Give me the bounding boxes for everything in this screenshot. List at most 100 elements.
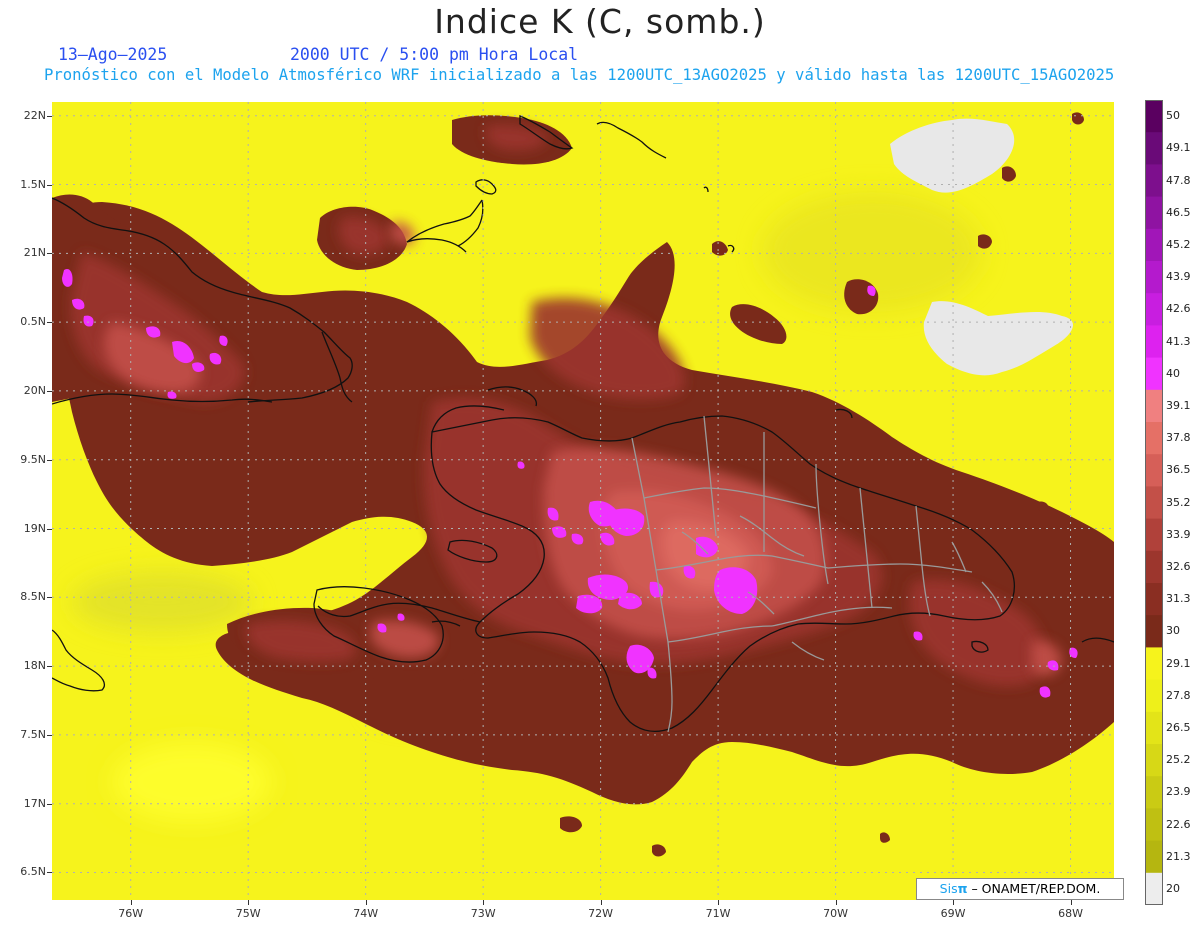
colorbar-swatch [1145, 776, 1163, 809]
lat-tick-label: 22N [23, 108, 46, 122]
lon-tick-label: 76W [118, 907, 144, 920]
lat-tick-label: 21N [23, 246, 46, 260]
colorbar-label: 36.5 [1166, 463, 1191, 477]
lat-tick-mark [47, 253, 52, 255]
lon-tick-label: 75W [235, 907, 261, 920]
lon-tick-mark [248, 900, 250, 905]
colorbar-label: 20 [1166, 881, 1180, 895]
colorbar-swatch [1145, 486, 1163, 520]
lat-tick-mark [47, 597, 52, 599]
lon-tick-mark [1070, 900, 1072, 905]
lat-tick-label: 18N [23, 659, 46, 673]
lon-tick-label: 73W [470, 907, 496, 920]
colorbar-label: 27.8 [1166, 688, 1191, 702]
lat-tick-mark [47, 528, 52, 530]
lon-tick-label: 69W [940, 907, 966, 920]
lat-tick-mark [47, 666, 52, 668]
lon-tick-mark [130, 900, 132, 905]
colorbar-swatch [1145, 389, 1163, 423]
colorbar-swatch [1145, 164, 1163, 198]
k-index-map [52, 102, 1114, 900]
colorbar-swatch [1145, 325, 1163, 359]
colorbar-label: 21.3 [1166, 849, 1191, 863]
colorbar-label: 31.3 [1166, 592, 1191, 606]
colorbar-swatch [1145, 647, 1163, 681]
colorbar-label: 47.8 [1166, 173, 1191, 187]
colorbar-swatch [1145, 711, 1163, 745]
lat-tick-mark [47, 390, 52, 392]
colorbar-swatch [1145, 808, 1163, 842]
credit-box: Sisπ – ONAMET/REP.DOM. [916, 878, 1124, 900]
credit-sis: Sis [939, 881, 958, 896]
lat-tick-mark [47, 184, 52, 186]
forecast-description: Pronóstico con el Modelo Atmosférico WRF… [44, 66, 1115, 84]
colorbar-swatch [1145, 261, 1163, 294]
colorbar-swatch [1145, 615, 1163, 648]
lat-tick-mark [47, 734, 52, 736]
colorbar-label: 43.9 [1166, 270, 1191, 284]
colorbar-swatch [1145, 454, 1163, 487]
colorbar-swatch [1145, 518, 1163, 552]
lat-tick-mark [47, 115, 52, 117]
lat-tick-label: 9.5N [20, 452, 46, 466]
lon-tick-mark [365, 900, 367, 905]
date-label: 13–Ago–2025 [58, 45, 168, 64]
lon-tick-mark [718, 900, 720, 905]
lon-tick-mark [835, 900, 837, 905]
lon-tick-label: 68W [1058, 907, 1083, 920]
map-frame [52, 102, 1114, 900]
colorbar-label: 22.6 [1166, 817, 1191, 831]
lat-tick-label: 17N [23, 796, 46, 810]
colorbar-label: 32.6 [1166, 559, 1191, 573]
lon-tick-label: 71W [705, 907, 731, 920]
lat-tick-label: 20N [23, 383, 46, 397]
lat-tick-mark [47, 322, 52, 324]
colorbar-swatch [1145, 550, 1163, 584]
lat-tick-mark [47, 872, 52, 874]
colorbar-swatch [1145, 744, 1163, 777]
colorbar-label: 37.8 [1166, 431, 1191, 445]
colorbar-swatch [1145, 132, 1163, 165]
colorbar-label: 30 [1166, 624, 1180, 638]
colorbar [1145, 100, 1163, 905]
colorbar-label: 45.2 [1166, 237, 1191, 251]
credit-org: – ONAMET/REP.DOM. [971, 881, 1101, 896]
lat-tick-label: 19N [23, 521, 46, 535]
colorbar-swatch [1145, 583, 1163, 616]
lon-tick-mark [483, 900, 485, 905]
map-title: Indice K (C, somb.) [434, 2, 766, 41]
colorbar-swatch [1145, 840, 1163, 874]
colorbar-swatch [1145, 872, 1163, 905]
colorbar-swatch [1145, 422, 1163, 455]
colorbar-label: 29.1 [1166, 656, 1191, 670]
lon-tick-label: 72W [588, 907, 614, 920]
lat-tick-mark [47, 803, 52, 805]
colorbar-swatch [1145, 679, 1163, 713]
lon-tick-label: 74W [353, 907, 379, 920]
lon-tick-mark [600, 900, 602, 905]
colorbar-label: 23.9 [1166, 785, 1191, 799]
colorbar-swatch [1145, 196, 1163, 230]
colorbar-label: 33.9 [1166, 527, 1191, 541]
lat-tick-mark [47, 459, 52, 461]
lat-tick-label: 8.5N [20, 590, 46, 604]
lon-tick-mark [953, 900, 955, 905]
colorbar-swatch [1145, 228, 1163, 262]
colorbar-label: 50 [1166, 109, 1180, 123]
colorbar-label: 41.3 [1166, 334, 1191, 348]
colorbar-label: 25.2 [1166, 753, 1191, 767]
lon-tick-label: 70W [823, 907, 848, 920]
lat-tick-label: 6.5N [20, 865, 46, 879]
credit-pi: π [957, 881, 968, 896]
lat-tick-label: 7.5N [20, 727, 46, 741]
colorbar-label: 42.6 [1166, 302, 1191, 316]
colorbar-swatch [1145, 293, 1163, 326]
colorbar-label: 26.5 [1166, 720, 1191, 734]
colorbar-label: 46.5 [1166, 205, 1191, 219]
colorbar-label: 40 [1166, 366, 1180, 380]
colorbar-swatch [1145, 100, 1163, 133]
colorbar-label: 39.1 [1166, 398, 1191, 412]
colorbar-swatch [1145, 357, 1163, 391]
time-label: 2000 UTC / 5:00 pm Hora Local [290, 45, 579, 64]
colorbar-label: 49.1 [1166, 141, 1191, 155]
